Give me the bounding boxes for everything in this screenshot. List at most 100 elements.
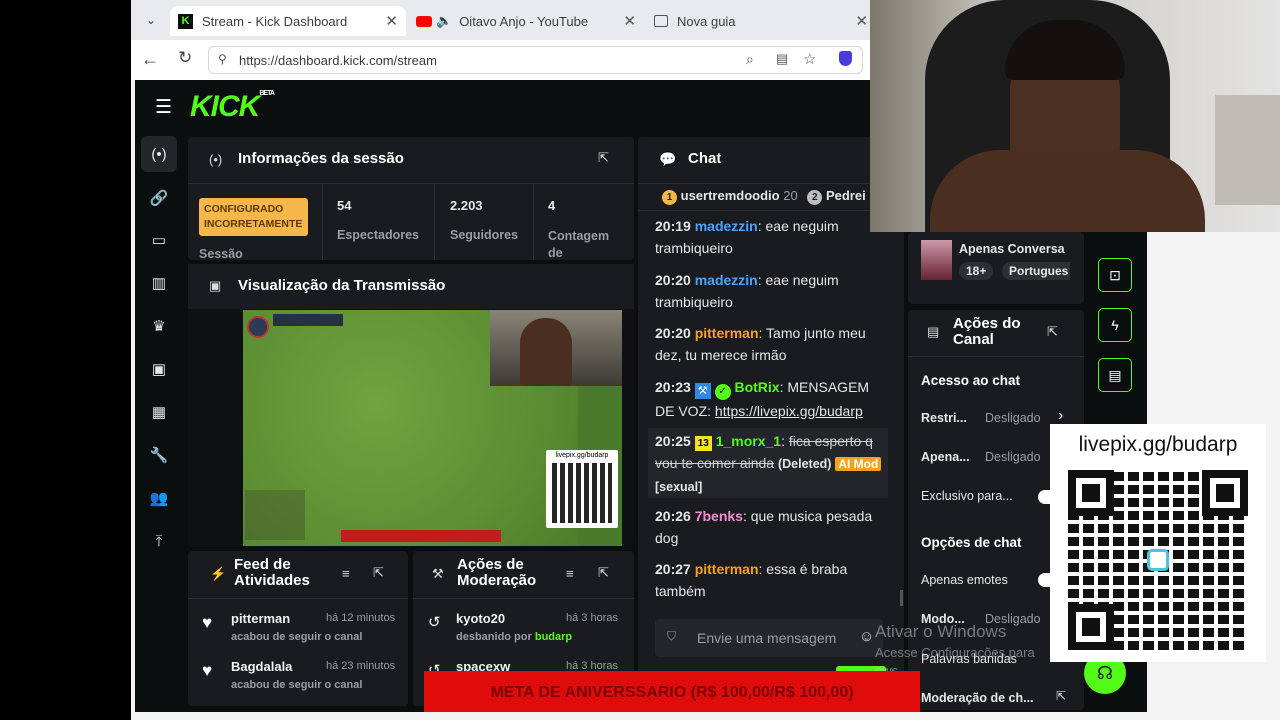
tab-kick-dashboard[interactable]: K Stream - Kick Dashboard ✕ [170,6,406,36]
hamburger-menu-icon[interactable]: ☰ [155,96,172,119]
chat-message: 20:19 madezzin: eae neguim trambiqueiro [655,218,839,256]
chat-username[interactable]: 7benks [695,508,743,524]
tab-youtube[interactable]: 🔈 Oitavo Anjo - YouTube ✕ [408,6,644,36]
reader-view-icon[interactable]: ▤ [776,51,788,67]
top-user[interactable]: usertremdoodio [681,188,780,203]
chat-message: 20:27 pitterman: essa é braba também [655,561,848,599]
chat-username[interactable]: 1_morx_1 [716,433,781,449]
feed-user[interactable]: pitterman [231,611,290,626]
setting-label: Exclusivo para... [921,489,1013,503]
emoji-icon[interactable]: ☺ [859,628,874,645]
video-nav-icon[interactable]: ▣ [141,351,177,387]
chat-username[interactable]: madezzin [695,218,758,234]
toggle-switch[interactable] [1038,573,1050,587]
popout-icon[interactable]: ⇱ [373,565,384,581]
category-thumbnail [921,240,952,280]
chat-input[interactable]: ⛉ Envie uma mensagem ☺ [655,619,883,657]
chat-options-title: Opções de chat [921,535,1022,550]
tab-list-dropdown[interactable]: ⌄ [140,9,162,31]
extension-shield-icon[interactable] [839,51,852,66]
address-bar[interactable]: ⚲ https://dashboard.kick.com/stream ⌕ ▤ … [208,46,863,74]
tag-chip[interactable]: Portugues [1002,262,1070,280]
divider [188,598,408,599]
hammer-icon: ⚒ [432,566,444,581]
popout-icon[interactable]: ⇱ [598,150,609,166]
youtube-favicon-icon [416,15,432,27]
session-info-title: Informações da sessão [238,150,404,167]
wrench-nav-icon[interactable]: 🔧 [141,437,177,473]
feed-user[interactable]: Bagdalala [231,659,292,674]
upload-nav-icon[interactable]: ⤒ [141,523,177,559]
close-tab-icon[interactable]: ✕ [623,12,636,30]
tag-chip[interactable]: 18+ [959,262,994,280]
heart-icon: ♥ [202,661,213,680]
chat-username[interactable]: pitterman [695,561,759,577]
users-nav-icon[interactable]: 👥 [141,480,177,516]
game-health-bar [341,530,501,542]
count-value: 4 [548,198,556,213]
popout-icon[interactable]: ⇱ [1047,324,1058,340]
stats-nav-icon[interactable]: ▦ [141,394,177,430]
setting-label: Restri... [921,411,967,425]
filter-icon[interactable]: ≡ [342,566,350,581]
window-nav-icon[interactable]: ▭ [141,222,177,258]
divider [413,598,634,599]
toggle-switch[interactable] [1038,490,1050,504]
chat-access-title: Acesso ao chat [921,373,1021,388]
setting-value[interactable]: Desligado [985,411,1041,425]
streamer-body [930,150,1205,232]
reload-icon[interactable]: ↻ [178,48,192,68]
favorite-star-icon[interactable]: ☆ [803,50,816,68]
qr-overlay-pattern [1068,470,1248,650]
link-nav-icon[interactable]: 🔗 [141,180,177,216]
mod-user[interactable]: kyoto20 [456,611,505,626]
divider [434,184,435,260]
camera-toggle-button[interactable]: ⊡ [1098,258,1132,292]
bot-badge-icon: ⚒ [694,383,711,399]
chevron-right-icon[interactable]: › [1058,407,1063,425]
setting-value[interactable]: Desligado [985,450,1041,464]
heart-icon: ♥ [202,613,213,632]
chat-username[interactable]: BotRix [734,379,779,395]
speaker-icon[interactable]: 🔈 [436,13,452,29]
filter-icon[interactable]: ≡ [566,566,574,581]
zoom-icon[interactable]: ⌕ [746,51,754,68]
qr-finder-bl [1068,604,1114,650]
shield-icon: ⛉ [667,629,677,643]
kick-logo[interactable]: KICKBETA [190,90,275,124]
followers-count: 2.203 [450,198,483,213]
feed-sub: acabou de seguir o canal [231,679,363,691]
streamer-figure [520,318,572,386]
site-info-icon[interactable]: ⚲ [218,52,227,66]
webcam-overlay [870,0,1280,232]
qr-caption: livepix.gg/budarp [555,452,609,459]
chat-username[interactable]: madezzin [695,272,758,288]
tab-new-tab[interactable]: Nova guia ✕ [646,6,876,36]
popout-icon[interactable]: ⇱ [598,565,609,581]
top-user[interactable]: Pedrei [826,188,866,203]
lightning-button[interactable]: ϟ [1098,308,1132,342]
category-name[interactable]: Apenas Conversa [959,242,1065,256]
windows-activation-sub: Acesse Configurações para [875,645,1035,660]
popout-small-icon[interactable]: ⇱ [1056,689,1066,703]
sub-badge: 13 [694,436,712,451]
analytics-nav-icon[interactable]: ▥ [141,265,177,301]
back-arrow-icon[interactable]: ← [141,49,159,70]
notes-button[interactable]: ▤ [1098,358,1132,392]
divider [638,210,904,211]
feed-sub: acabou de seguir o canal [231,631,363,643]
chat-username[interactable]: pitterman [695,325,759,341]
top-chatters: 1 usertremdoodio 20 2 Pedrei [662,188,866,205]
divider [322,184,323,260]
kick-favicon-icon: K [178,13,193,29]
status-badge: CONFIGURADO INCORRETAMENTE [199,198,308,236]
close-tab-icon[interactable]: ✕ [855,12,868,30]
broadcast-nav-icon[interactable]: (•) [141,136,177,172]
close-tab-icon[interactable]: ✕ [385,12,398,30]
chat-link[interactable]: https://livepix.gg/budarp [715,403,863,419]
trophy-nav-icon[interactable]: ♛ [141,308,177,344]
preview-icon: ▣ [209,278,222,293]
viewers-count: 54 [337,198,352,213]
chat-scrollbar[interactable] [900,590,903,606]
chat-message: 20:23 ⚒ ✓ BotRix: MENSAGEM DE VOZ: https… [655,379,870,419]
